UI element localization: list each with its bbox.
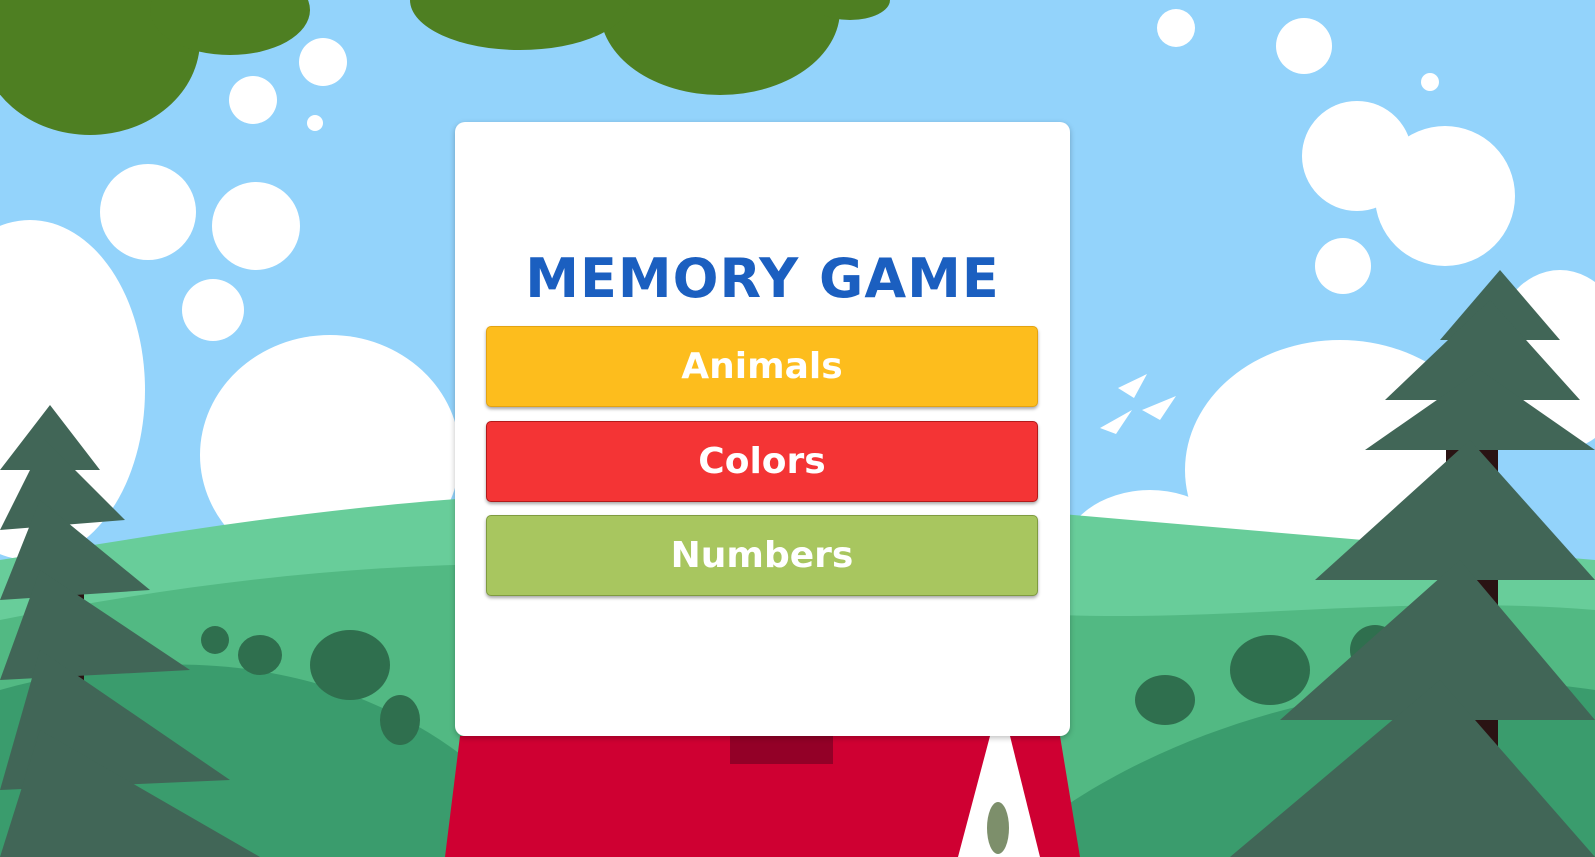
numbers-button[interactable]: Numbers xyxy=(486,515,1038,596)
menu-panel: MEMORY GAME Animals Colors Numbers xyxy=(455,122,1070,736)
house xyxy=(445,736,1080,857)
game-title: MEMORY GAME xyxy=(525,247,1000,310)
animals-button[interactable]: Animals xyxy=(486,326,1038,407)
colors-button[interactable]: Colors xyxy=(486,421,1038,502)
